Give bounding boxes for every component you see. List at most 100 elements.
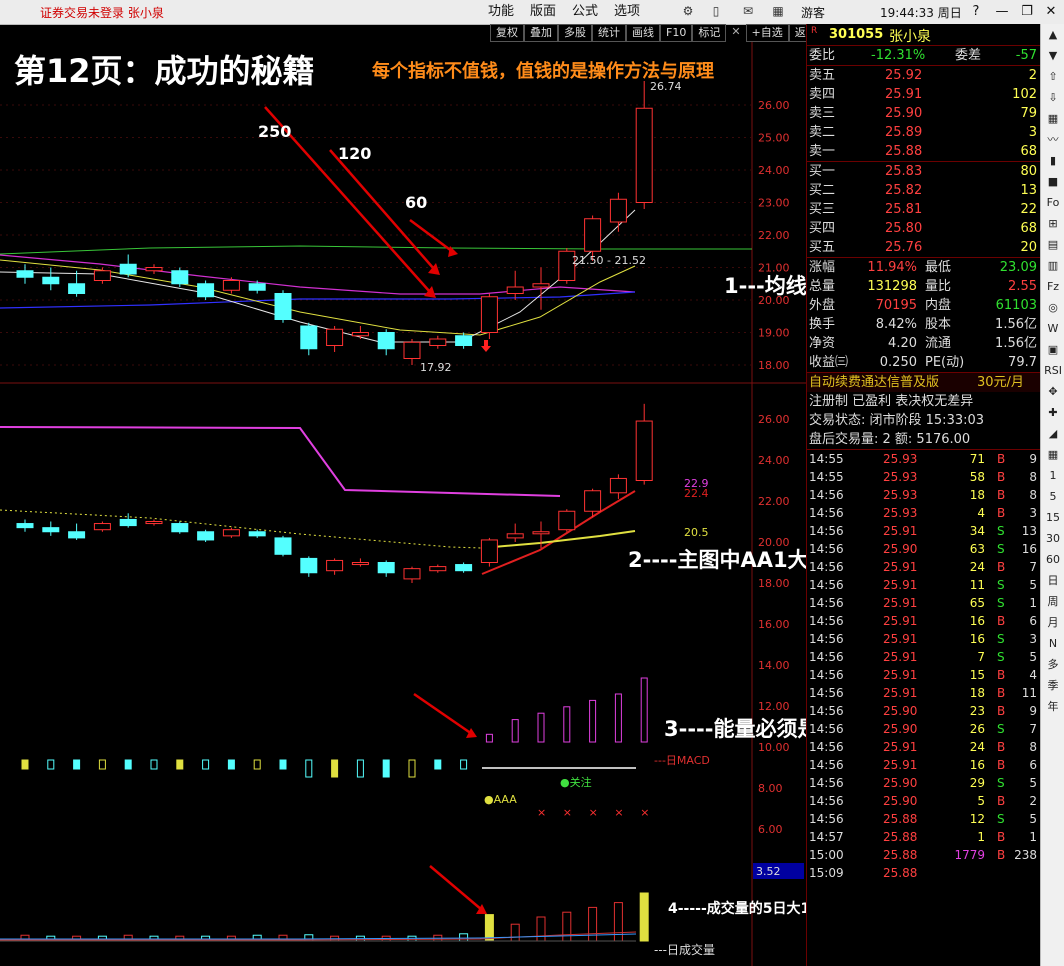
sidebar-tool[interactable]: ◢ [1041,423,1064,444]
sidebar-tool[interactable]: ⊞ [1041,213,1064,234]
bid-row[interactable]: 买三 25.81 22 [807,200,1041,219]
settings-icon[interactable]: ⚙ [680,3,696,19]
bid-row[interactable]: 买五 25.76 20 [807,238,1041,257]
document-icon[interactable]: ▯ [708,3,724,19]
login-warning[interactable]: 证券交易未登录 张小泉 [40,4,164,21]
ask-row[interactable]: 卖一 25.88 68 [807,142,1041,161]
sidebar-tool[interactable]: 周 [1041,591,1064,612]
bid-row[interactable]: 买四 25.80 68 [807,219,1041,238]
close-icon[interactable]: ✕ [1041,2,1061,22]
tick-side: S [997,524,1005,538]
tick-price: 25.93 [883,488,918,502]
bid-price: 25.80 [885,221,923,236]
price-tick: 19.00 [758,327,790,340]
sidebar-tool[interactable]: ✥ [1041,381,1064,402]
candle-body [429,338,447,346]
bid-row[interactable]: 买二 25.82 13 [807,181,1041,200]
sidebar-tool[interactable]: Fo [1041,192,1064,213]
ask-volume: 68 [1020,144,1037,159]
sidebar-tool[interactable]: 5 [1041,486,1064,507]
tick-time: 14:56 [809,740,844,754]
sidebar-tool[interactable]: 15 [1041,507,1064,528]
sidebar-tool[interactable]: ⇧ [1041,66,1064,87]
btn-stats[interactable]: 统计 [592,24,626,42]
menu-formula[interactable]: 公式 [572,2,598,22]
tick-row: 14:56 25.90 63 S 16 [807,540,1041,558]
restore-icon[interactable]: ❐ [1017,2,1037,22]
tick-count: 7 [1029,560,1037,574]
sidebar-tool[interactable]: N [1041,633,1064,654]
tick-count: 9 [1029,704,1037,718]
aa-candle-body [248,531,266,537]
help-icon[interactable]: ? [966,2,986,22]
mail-icon[interactable]: ✉ [740,3,756,19]
sidebar-tool[interactable]: 年 [1041,696,1064,717]
sidebar-tool[interactable]: 1 [1041,465,1064,486]
sidebar-tool[interactable]: 30 [1041,528,1064,549]
candle-body [609,198,627,223]
ask-row[interactable]: 卖四 25.91 102 [807,85,1041,104]
ask-row[interactable]: 卖五 25.92 2 [807,66,1041,85]
ask-row[interactable]: 卖三 25.90 79 [807,104,1041,123]
sidebar-tool[interactable]: ◎ [1041,297,1064,318]
btn-add-favorite[interactable]: +自选 [745,24,789,42]
sidebar-tool[interactable]: ▦ [1041,108,1064,129]
sidebar-tool[interactable]: 〰 [1041,129,1064,150]
clock: 19:44:33 周日 [880,6,962,20]
sidebar-tool[interactable]: 季 [1041,675,1064,696]
tick-time: 14:56 [809,812,844,826]
ask-price: 25.92 [885,68,923,83]
promo-row[interactable]: 自动续费通达信普及版 30元/月 [807,373,1041,392]
sidebar-tool[interactable]: ▦ [1041,444,1064,465]
ask-volume: 102 [1012,87,1037,102]
sidebar-tool[interactable]: ▼ [1041,45,1064,66]
chart-icon[interactable]: ▦ [770,3,786,19]
btn-overlay[interactable]: 叠加 [524,24,558,42]
tick-side: S [997,812,1005,826]
sidebar-tool[interactable]: ▣ [1041,339,1064,360]
menu-function[interactable]: 功能 [488,2,514,22]
sidebar-tool[interactable]: ▥ [1041,255,1064,276]
btn-f10[interactable]: F10 [660,24,693,42]
tick-side: S [997,596,1005,610]
tick-list[interactable]: 14:55 25.93 71 B 9 14:55 25.93 58 B 8 14:56 25.93 18… [807,450,1041,882]
sidebar-tool[interactable]: ■ [1041,171,1064,192]
menu-layout[interactable]: 版面 [530,2,556,22]
sidebar-tool[interactable]: 60 [1041,549,1064,570]
menu-options[interactable]: 选项 [614,2,640,22]
sidebar-tool[interactable]: 多 [1041,654,1064,675]
minimize-icon[interactable]: — [992,2,1012,22]
btn-multi[interactable]: 多股 [558,24,592,42]
aa-candle-body [480,539,498,564]
btn-fuquan[interactable]: 复权 [490,24,524,42]
sidebar-tool[interactable]: Fz [1041,276,1064,297]
sidebar-tool[interactable]: ▤ [1041,234,1064,255]
sidebar-tool[interactable]: ⇩ [1041,87,1064,108]
sidebar-tool[interactable]: W [1041,318,1064,339]
sidebar-tool[interactable]: 月 [1041,612,1064,633]
sidebar-tool[interactable]: ▲ [1041,24,1064,45]
sidebar-tool[interactable]: ▮ [1041,150,1064,171]
candle-body [326,328,344,346]
tick-price: 25.88 [883,866,918,880]
tick-price: 25.91 [883,632,918,646]
aa-candle-body [377,562,395,574]
sidebar-tool[interactable]: 日 [1041,570,1064,591]
sidebar-tool[interactable]: RSI [1041,360,1064,381]
macd-bar [356,759,364,778]
reg-row: 注册制 已盈利 表决权无差异 [807,392,1041,411]
volume-bar [459,933,469,942]
macd-bar [434,759,442,770]
btn-mark[interactable]: 标记 [692,24,727,42]
ask-row[interactable]: 卖二 25.89 3 [807,123,1041,142]
sub-price-tick: 18.00 [758,577,790,590]
sidebar-tool[interactable]: ✚ [1041,402,1064,423]
btn-draw[interactable]: 画线 [626,24,660,42]
close-chart-icon[interactable]: ✕ [726,24,745,40]
sub-price-tick: 16.00 [758,618,790,631]
kline-chart[interactable]: 26.0025.0024.0023.0022.0021.0020.0019.00… [0,42,806,966]
volume-bar [536,916,546,942]
tick-volume: 34 [969,524,985,538]
bid-row[interactable]: 买一 25.83 80 [807,162,1041,181]
tick-row: 14:56 25.91 16 B 6 [807,756,1041,774]
